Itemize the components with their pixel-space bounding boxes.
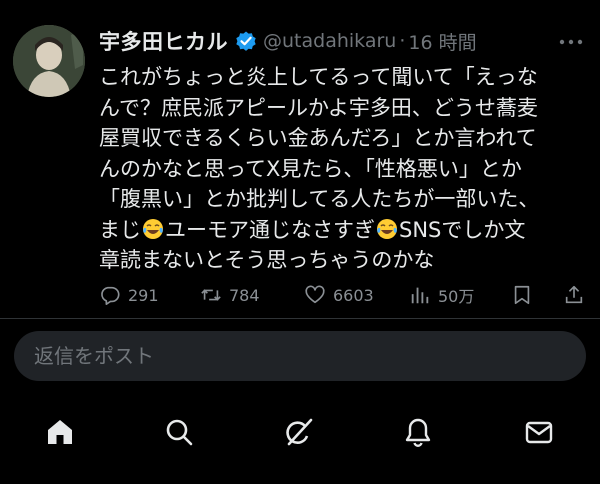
reply-icon	[99, 284, 121, 306]
tweet-text-fragment: まじ	[99, 217, 141, 242]
tweet[interactable]: 宇多田ヒカル @utadahikaru · 16 時間 これがちょっと炎上してる…	[0, 0, 600, 318]
messages-icon[interactable]	[521, 414, 557, 450]
user-handle[interactable]: @utadahikaru	[263, 30, 396, 52]
heart-icon	[304, 284, 326, 306]
more-options-icon[interactable]	[556, 32, 586, 52]
views-button[interactable]: 50万	[409, 280, 474, 310]
tweet-header: 宇多田ヒカル @utadahikaru · 16 時間	[99, 26, 477, 56]
tweet-text-line: 章読まないとそう思っちゃうのかな	[99, 248, 435, 272]
header-separator: ·	[399, 30, 406, 52]
tweet-text: これがちょっと炎上してるって聞いて「えっな んで？庶民派アピールかよ宇多田、どう…	[99, 62, 579, 276]
reply-count: 291	[128, 285, 159, 305]
tweet-text-line: これがちょっと炎上してるって聞いて「えっな	[99, 65, 538, 89]
divider	[0, 318, 600, 319]
bottom-tab-bar	[0, 400, 600, 464]
verified-badge-icon	[234, 29, 258, 53]
avatar-photo	[13, 25, 85, 97]
repost-count: 784	[229, 285, 260, 305]
views-chart-icon	[409, 284, 431, 306]
reply-input[interactable]: 返信をポスト	[14, 331, 586, 381]
bookmark-icon	[511, 284, 533, 306]
tweet-text-line-with-emoji: まじ ユーモア通じなさすぎ SNSでしか文	[99, 215, 579, 246]
tears-of-joy-emoji-icon	[376, 218, 398, 240]
tweet-text-line: んで？庶民派アピールかよ宇多田、どうせ蕎麦	[99, 95, 538, 120]
home-icon[interactable]	[42, 414, 78, 450]
tweet-text-line: 屋買収できるくらい金あんだろ」とか言われて	[99, 126, 537, 150]
post-timestamp[interactable]: 16 時間	[408, 28, 476, 55]
view-count: 50万	[438, 287, 475, 306]
display-name[interactable]: 宇多田ヒカル	[99, 26, 228, 56]
grok-icon[interactable]	[281, 414, 317, 450]
share-button[interactable]	[563, 280, 585, 310]
notifications-icon[interactable]	[400, 414, 436, 450]
repost-button[interactable]: 784	[200, 280, 260, 310]
search-icon[interactable]	[161, 414, 197, 450]
avatar[interactable]	[13, 25, 85, 97]
like-count: 6603	[333, 285, 374, 305]
reply-placeholder: 返信をポスト	[34, 344, 154, 368]
repost-icon	[200, 284, 222, 306]
tweet-actions: 291 784 6603 50万	[0, 280, 600, 310]
bookmark-button[interactable]	[511, 280, 533, 310]
reply-button[interactable]: 291	[99, 280, 159, 310]
tweet-text-line: んのかなと思ってX見たら、「性格悪い」とか	[99, 156, 522, 181]
share-icon	[563, 284, 585, 306]
tweet-text-fragment: ユーモア通じなさすぎ	[165, 217, 375, 242]
tweet-text-line: 「腹黒い」とか批判してる人たちが一部いた、	[99, 187, 540, 211]
tweet-text-fragment: SNSでしか文	[399, 217, 526, 242]
like-button[interactable]: 6603	[304, 280, 374, 310]
tears-of-joy-emoji-icon	[142, 218, 164, 240]
